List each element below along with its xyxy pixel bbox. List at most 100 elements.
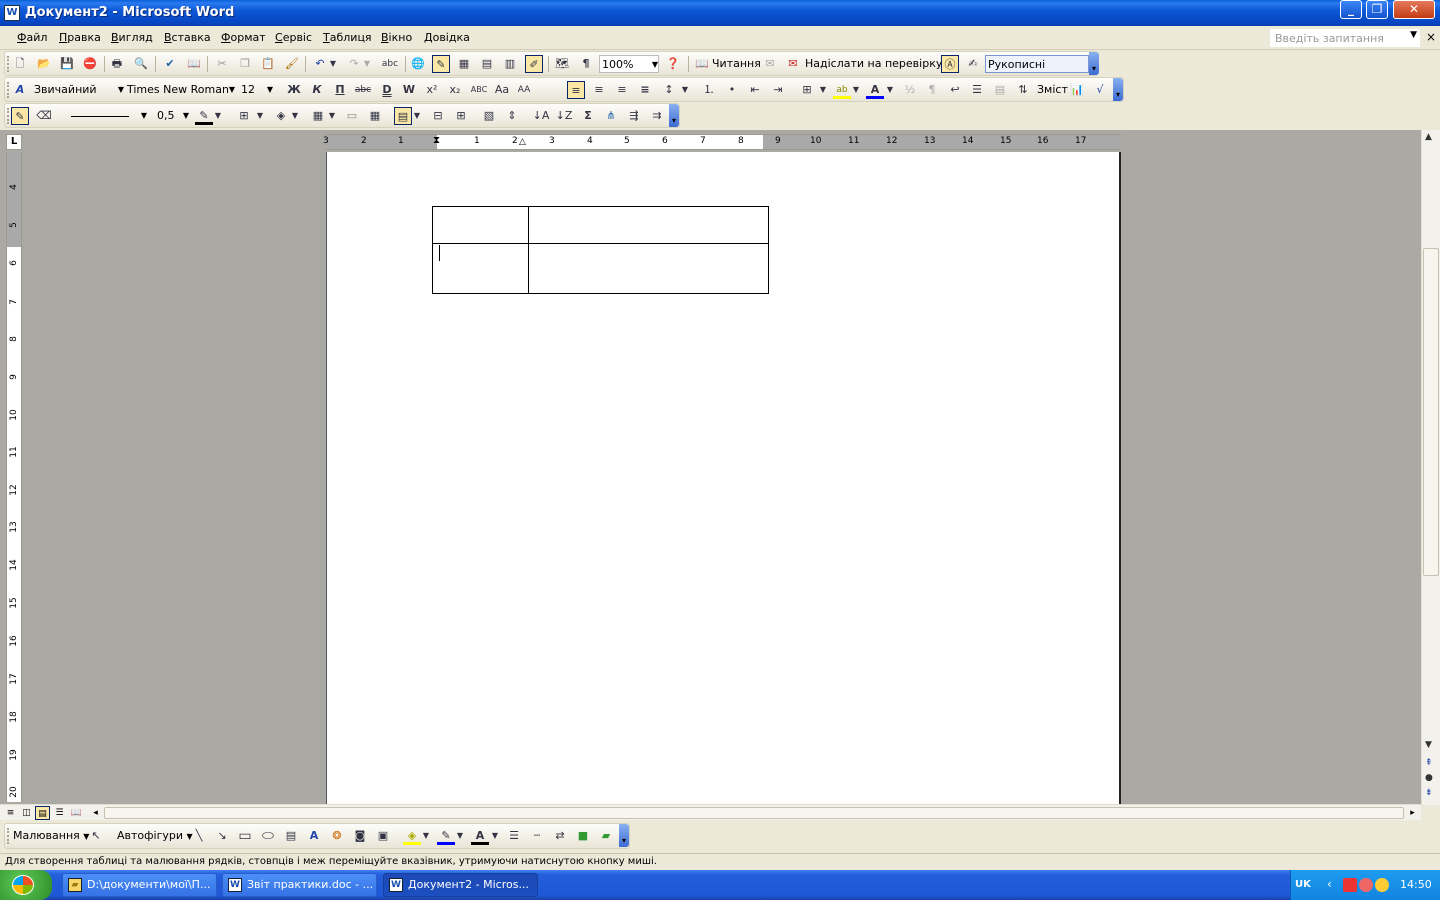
normal-view-icon[interactable]: ≡	[3, 806, 18, 820]
toolbar-options-icon[interactable]: ▾	[669, 104, 679, 127]
insert-table-icon[interactable]: ▦	[309, 107, 327, 125]
draw-table-icon[interactable]: ✎	[11, 107, 29, 125]
ink-annotations-button[interactable]: Рукописні примітки	[985, 55, 1089, 89]
small-caps-icon[interactable]: ABC	[470, 81, 488, 99]
read-button[interactable]: Читання	[710, 55, 761, 73]
line-spacing-icon[interactable]: ↕	[660, 81, 678, 99]
sort-ascending-icon[interactable]: ↓A	[532, 107, 550, 125]
shading-icon[interactable]: ◈	[272, 107, 290, 125]
menu-tools[interactable]: Сервіс	[275, 31, 312, 44]
print-preview-icon[interactable]: 🔍	[132, 55, 150, 73]
border-dropdown-icon[interactable]: ▼	[818, 81, 828, 99]
drawing-menu-button[interactable]: Малювання ▼	[11, 827, 89, 845]
strikethrough-button[interactable]: abc	[354, 81, 372, 99]
insert-table-dropdown-icon[interactable]: ▼	[327, 107, 337, 125]
clock[interactable]: 14:50	[1400, 878, 1432, 891]
diagram-icon[interactable]: ❂	[328, 827, 346, 845]
autotext-icon[interactable]: abc	[381, 55, 399, 73]
align-cell-dropdown-icon[interactable]: ▼	[412, 107, 422, 125]
menu-window[interactable]: Вікно	[381, 31, 412, 44]
show-hidden-icons-icon[interactable]: ‹	[1327, 877, 1332, 891]
rectangle-icon[interactable]: ▭	[236, 827, 254, 845]
reply-changes-icon[interactable]: ✉	[761, 55, 779, 73]
highlight-dropdown-icon[interactable]: ▼	[851, 81, 861, 99]
tab-selector[interactable]: L	[6, 134, 22, 150]
save-icon[interactable]: 💾	[58, 55, 76, 73]
chart-icon[interactable]: 📊	[1068, 81, 1086, 99]
wrap-icon[interactable]: ↩	[946, 81, 964, 99]
line-color-dropdown-icon[interactable]: ▼	[455, 827, 465, 845]
web-view-icon[interactable]: ◫	[19, 806, 34, 820]
drawing-font-color-dropdown-icon[interactable]: ▼	[490, 827, 500, 845]
wordart-icon[interactable]: A	[305, 827, 323, 845]
menu-format[interactable]: Формат	[221, 31, 266, 44]
text-box-icon[interactable]: ☰	[968, 81, 986, 99]
zoom-select[interactable]: 100% ▼	[599, 55, 659, 73]
border-color-icon[interactable]: ✎	[195, 107, 213, 125]
select-objects-icon[interactable]: ↖	[87, 827, 105, 845]
line-spacing-dropdown-icon[interactable]: ▼	[680, 81, 690, 99]
cut-icon[interactable]: ✂	[213, 55, 231, 73]
start-button[interactable]	[0, 870, 52, 900]
taskbar-item-explorer[interactable]: ▰ D:\документи\мої\П...	[62, 873, 217, 897]
direction-icon[interactable]: ¶	[923, 81, 941, 99]
line-style-icon[interactable]: ☰	[505, 827, 523, 845]
shadow-style-icon[interactable]: ■	[574, 827, 592, 845]
fill-color-icon[interactable]: ◈	[403, 827, 421, 845]
table-cell[interactable]	[432, 243, 529, 294]
bold-button[interactable]: Ж	[285, 81, 303, 99]
taskbar-item-document2[interactable]: W Документ2 - Micros...	[383, 873, 538, 897]
contents-button[interactable]: Зміст	[1035, 81, 1068, 99]
menu-file[interactable]: Файл	[17, 31, 47, 44]
shading-dropdown-icon[interactable]: ▼	[290, 107, 300, 125]
right-indent-marker-icon[interactable]: △	[519, 137, 526, 147]
oval-icon[interactable]: ⬭	[259, 827, 277, 845]
document-table[interactable]	[432, 206, 769, 294]
menu-insert[interactable]: Вставка	[164, 31, 211, 44]
equation-icon[interactable]: √	[1091, 81, 1109, 99]
insert-picture-icon[interactable]: ▣	[374, 827, 392, 845]
borders-dropdown-icon[interactable]: ▼	[255, 107, 265, 125]
style-dropdown-icon[interactable]: ▼	[118, 81, 124, 99]
line-style-dropdown-icon[interactable]: ▼	[141, 107, 147, 125]
send-for-review-button[interactable]: Надіслати на перевірку...	[803, 55, 953, 73]
fill-color-dropdown-icon[interactable]: ▼	[421, 827, 431, 845]
undo-dropdown-icon[interactable]: ▼	[328, 55, 338, 73]
close-document-button[interactable]: ×	[1426, 30, 1436, 44]
eraser-icon[interactable]: ⌫	[35, 107, 53, 125]
borders-icon[interactable]: ⊞	[235, 107, 253, 125]
word-app-icon[interactable]: W	[4, 5, 20, 21]
toolbar-options-icon[interactable]: ▾	[619, 824, 629, 847]
line-weight-dropdown-icon[interactable]: ▼	[183, 107, 189, 125]
textbox-icon[interactable]: ▤	[282, 827, 300, 845]
styles-icon[interactable]: A	[11, 81, 29, 99]
distribute-columns-icon[interactable]: ⊞	[452, 107, 470, 125]
taskbar-item-report[interactable]: W Звіт практики.doc - ...	[222, 873, 377, 897]
horizontal-scrollbar[interactable]: ≡ ◫ ▤ ☰ 📖 ◂ ▸	[0, 804, 1421, 820]
all-caps-icon[interactable]: AA	[515, 81, 533, 99]
send-review-icon[interactable]: ✉	[784, 55, 802, 73]
merge-cells-icon[interactable]: ▭	[343, 107, 361, 125]
toolbar-options-icon[interactable]: ▾	[1089, 52, 1099, 75]
read-icon[interactable]: 📖	[693, 55, 711, 73]
scroll-right-icon[interactable]: ▸	[1405, 806, 1420, 820]
scroll-down-icon[interactable]: ▼	[1425, 740, 1432, 750]
sort-icon[interactable]: ⇅	[1014, 81, 1032, 99]
font-select[interactable]: Times New Roman ▼	[125, 81, 235, 99]
distribute-rows-icon[interactable]: ⊟	[429, 107, 447, 125]
language-indicator[interactable]: UK	[1295, 879, 1311, 890]
bullets-icon[interactable]: •	[723, 81, 741, 99]
smiley-icon[interactable]	[1375, 878, 1389, 892]
vertical-scrollbar[interactable]: ▲ ▼ ⇞ ● ⇟	[1421, 130, 1440, 805]
research-icon[interactable]: 📖	[185, 55, 203, 73]
font-color-dropdown-icon[interactable]: ▼	[885, 81, 895, 99]
scrollbar-thumb[interactable]	[1423, 248, 1439, 576]
table-cell[interactable]	[528, 243, 769, 294]
autoshapes-button[interactable]: Автофігури ▼	[115, 827, 193, 845]
new-icon[interactable]: 🗋	[11, 55, 29, 73]
menu-view[interactable]: Вигляд	[111, 31, 153, 44]
columns-icon[interactable]: ▥	[501, 55, 519, 73]
change-case-icon[interactable]: Aa	[493, 81, 511, 99]
increase-indent-icon[interactable]: ⇥	[769, 81, 787, 99]
help-icon[interactable]: ❓	[664, 55, 682, 73]
